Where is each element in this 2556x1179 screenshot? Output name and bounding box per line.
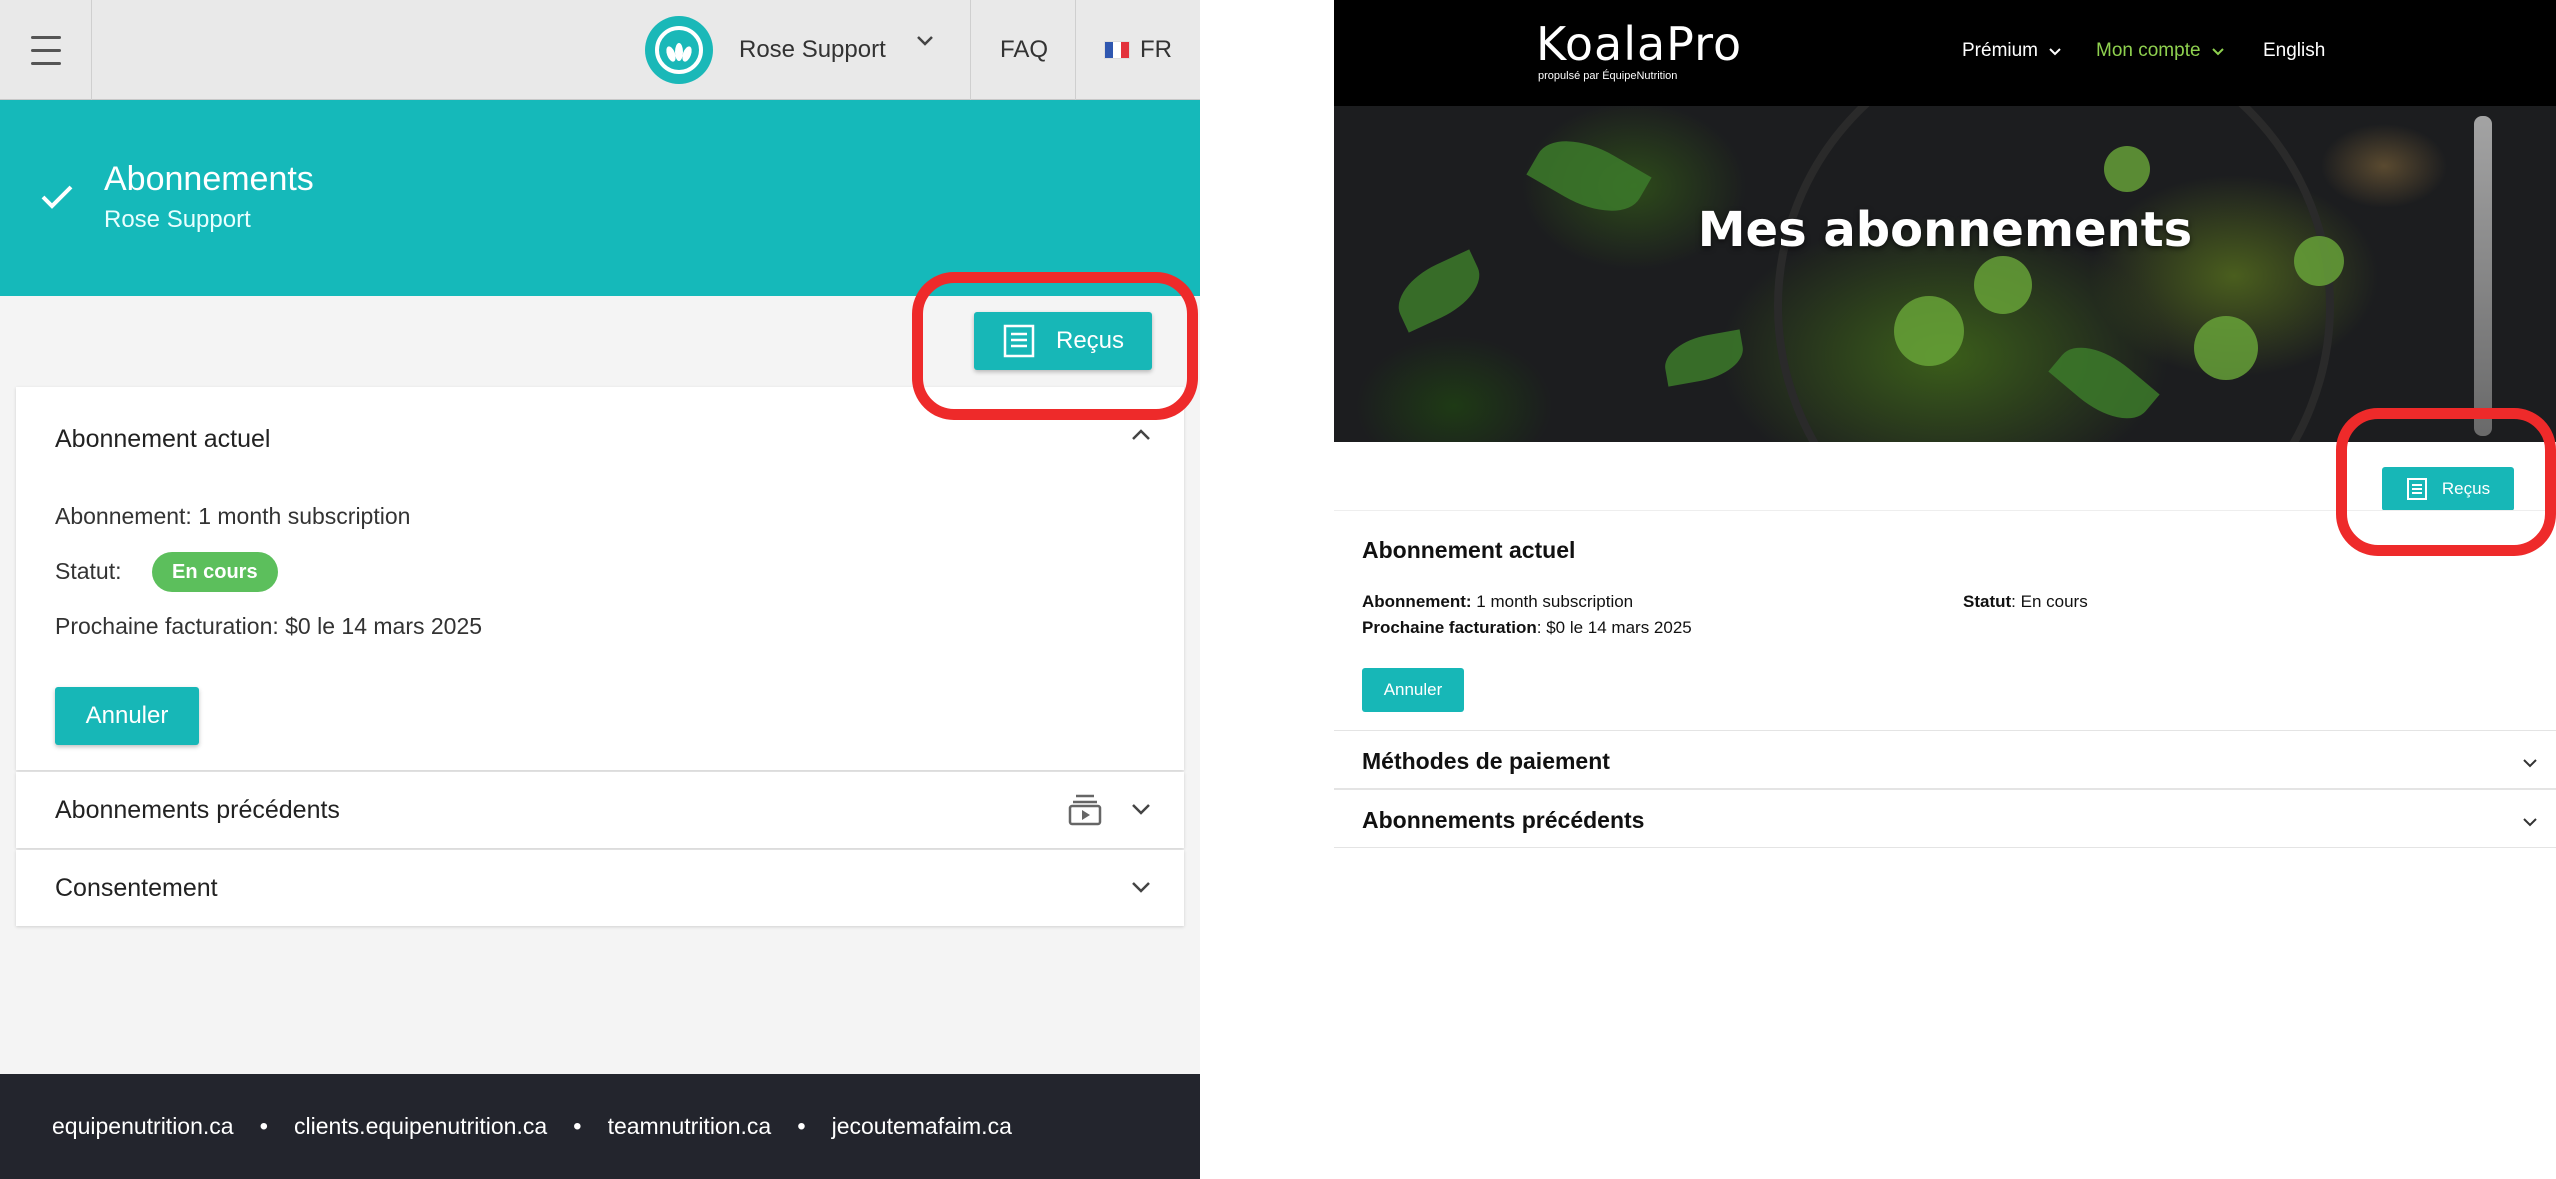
accordion-consent[interactable]: Consentement: [16, 850, 1184, 926]
annotation-circle: [2336, 408, 2556, 556]
brand-tagline: propulsé par ÉquipeNutrition: [1538, 70, 1678, 82]
check-icon: [40, 184, 74, 215]
brand-name: KoalaPro: [1536, 17, 1743, 71]
cancel-button[interactable]: Annuler: [1362, 668, 1464, 712]
footer-link[interactable]: jecoutemafaim.ca: [832, 1113, 1012, 1140]
chevron-down-icon: [916, 34, 934, 52]
accordion-label: Abonnements précédents: [1362, 807, 1645, 833]
next-billing-line: Prochaine facturation: $0 le 14 mars 202…: [1362, 618, 1692, 638]
plate-image: [1774, 106, 2334, 442]
menu-icon: [30, 31, 61, 70]
subscription-line: Abonnement: 1 month subscription: [1362, 592, 1633, 612]
separator-dot: •: [573, 1112, 582, 1140]
chevron-down-icon: [2212, 40, 2224, 62]
profile-dropdown[interactable]: Rose Support: [645, 0, 970, 100]
language-label: FR: [1140, 36, 1172, 63]
footer-link[interactable]: teamnutrition.ca: [608, 1113, 772, 1140]
nav-account[interactable]: Mon compte: [2096, 40, 2224, 62]
chevron-down-icon: [2522, 755, 2538, 773]
broccoli-image: [1894, 296, 1964, 366]
accordion-previous-subscriptions[interactable]: Abonnements précédents: [16, 772, 1184, 848]
accordion-label: Méthodes de paiement: [1362, 748, 1610, 774]
footer-link[interactable]: equipenutrition.ca: [52, 1113, 234, 1140]
page-title: Abonnements: [104, 160, 314, 198]
chevron-down-icon: [2522, 814, 2538, 832]
avatar-logo-icon: [645, 16, 713, 84]
accordion-label: Abonnements précédents: [55, 796, 340, 824]
section-title: Abonnement actuel: [55, 425, 271, 453]
top-bar: Rose Support FAQ FR: [0, 0, 1200, 100]
menu-button[interactable]: [0, 0, 92, 100]
section-title: Abonnement actuel: [1362, 537, 1576, 563]
profile-name: Rose Support: [739, 36, 886, 63]
next-billing: Prochaine facturation: $0 le 14 mars 202…: [55, 613, 483, 639]
current-subscription-card: Abonnement actuel Abonnement: 1 month su…: [16, 387, 1184, 770]
brand-logo[interactable]: KoalaPro propulsé par ÉquipeNutrition: [1536, 20, 1742, 82]
status-label: Statut:: [55, 558, 122, 584]
chevron-down-icon: [2049, 40, 2062, 62]
status-label: Statut: [1963, 592, 2012, 611]
accordion-payment-methods[interactable]: Méthodes de paiement: [1334, 730, 2556, 789]
divider: [970, 0, 971, 100]
leaf-image: [1387, 249, 1491, 333]
accordion-previous-subscriptions[interactable]: Abonnements précédents: [1334, 789, 2556, 848]
footer: equipenutrition.ca • clients.equipenutri…: [0, 1074, 1200, 1179]
broccoli-image: [2104, 146, 2150, 192]
separator-dot: •: [797, 1112, 806, 1140]
nav-language[interactable]: English: [2263, 40, 2325, 62]
page-subtitle: Rose Support: [104, 206, 251, 233]
next-billing-value: : $0 le 14 mars 2025: [1536, 618, 1692, 637]
status-badge: En cours: [152, 552, 278, 592]
page-header: Abonnements Rose Support: [0, 100, 1200, 296]
fork-image: [2474, 116, 2492, 436]
chevron-down-icon: [1130, 880, 1152, 899]
subscription-line: Abonnement: 1 month subscription: [55, 503, 411, 529]
subscription-value: 1 month subscription: [1476, 592, 1634, 611]
language-selector[interactable]: FR: [1076, 0, 1200, 100]
france-flag-icon: [1104, 41, 1130, 59]
leaf-image: [1660, 329, 1748, 387]
status-value: : En cours: [2011, 592, 2088, 611]
footer-link[interactable]: clients.equipenutrition.ca: [294, 1113, 547, 1140]
video-stack-icon[interactable]: [1068, 792, 1102, 831]
chevron-up-icon[interactable]: [1130, 427, 1152, 446]
nav-label: Prémium: [1962, 40, 2039, 61]
banner-title: Mes abonnements: [1697, 202, 2193, 258]
right-app-panel: KoalaPro propulsé par ÉquipeNutrition Pr…: [1334, 0, 2556, 1179]
separator-dot: •: [259, 1112, 268, 1140]
status-line: Statut: En cours: [1963, 592, 2088, 612]
top-nav: KoalaPro propulsé par ÉquipeNutrition Pr…: [1334, 0, 2556, 106]
annotation-circle: [912, 272, 1198, 420]
accordion-label: Consentement: [55, 874, 218, 902]
hero-banner: Mes abonnements: [1334, 106, 2556, 442]
broccoli-image: [1974, 256, 2032, 314]
faq-link[interactable]: FAQ: [972, 0, 1076, 100]
cancel-button[interactable]: Annuler: [55, 687, 199, 745]
chevron-down-icon: [1130, 802, 1152, 821]
nav-label: Mon compte: [2096, 40, 2201, 61]
broccoli-image: [2194, 316, 2258, 380]
subscription-label: Abonnement:: [1362, 592, 1472, 611]
next-billing-label: Prochaine facturation: [1362, 618, 1537, 637]
nav-premium[interactable]: Prémium: [1962, 40, 2062, 62]
left-app-panel: Rose Support FAQ FR Abonnements Rose Sup…: [0, 0, 1200, 1179]
